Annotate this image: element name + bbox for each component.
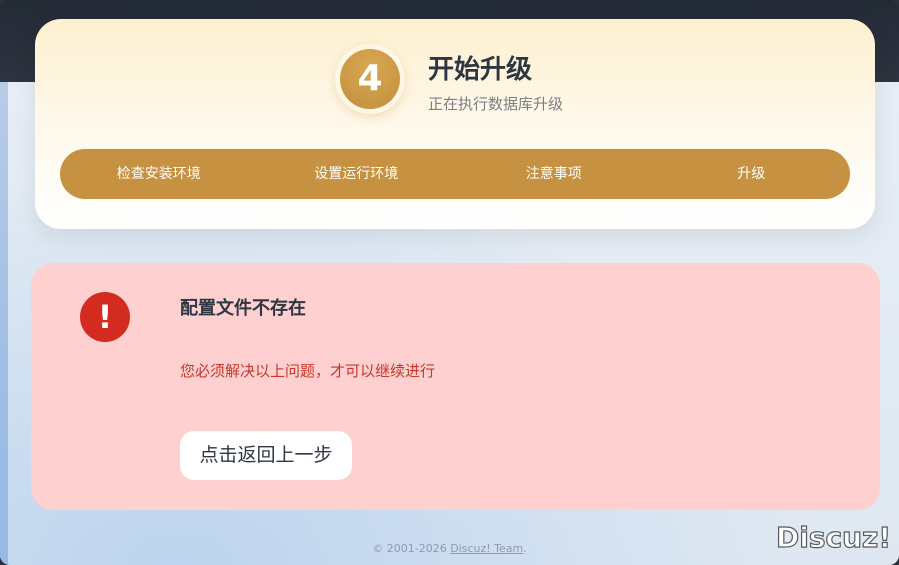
footer-copyright: © 2001-2026 <box>372 542 451 555</box>
page-subtitle: 正在执行数据库升级 <box>428 95 564 113</box>
discuz-logo: Discuz! <box>775 520 892 554</box>
step-setup-environment: 设置运行环境 <box>314 166 399 182</box>
footer-team-link[interactable]: Discuz! Team <box>450 542 523 555</box>
header-card: 4 开始升级 正在执行数据库升级 检查安装环境 设置运行环境 注意事项 升级 <box>35 19 875 229</box>
footer-period: . <box>523 542 527 555</box>
installer-window: 4 开始升级 正在执行数据库升级 检查安装环境 设置运行环境 注意事项 升级 !… <box>0 0 899 565</box>
exclamation-icon: ! <box>80 292 130 342</box>
error-message: 您必须解决以上问题，才可以继续进行 <box>180 362 436 380</box>
back-button[interactable]: 点击返回上一步 <box>180 431 352 480</box>
step-upgrade: 升级 <box>737 166 766 182</box>
step-badge: 4 <box>335 44 405 114</box>
page-title: 开始升级 <box>428 55 533 85</box>
steps-bar: 检查安装环境 设置运行环境 注意事项 升级 <box>60 149 850 199</box>
footer: © 2001-2026 Discuz! Team. <box>0 542 899 555</box>
error-card: ! 配置文件不存在 您必须解决以上问题，才可以继续进行 点击返回上一步 <box>31 263 880 510</box>
error-title: 配置文件不存在 <box>180 298 306 319</box>
step-notes: 注意事项 <box>525 166 582 182</box>
step-number: 4 <box>340 49 400 109</box>
step-check-environment: 检查安装环境 <box>116 166 201 182</box>
